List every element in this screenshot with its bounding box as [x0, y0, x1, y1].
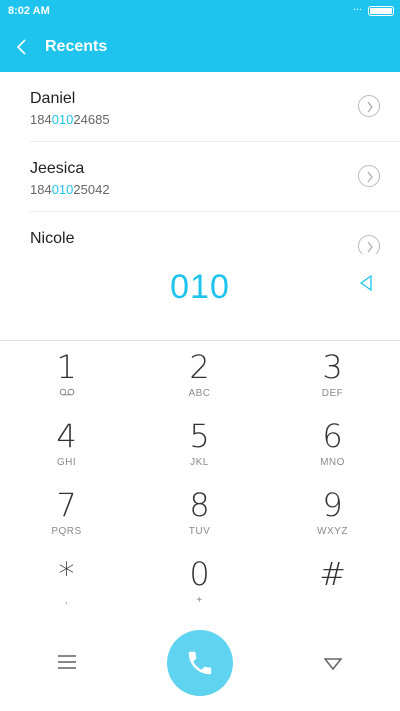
collapse-keypad-icon[interactable]	[323, 657, 343, 671]
divider	[0, 340, 400, 341]
recents-list: Daniel 18401024685 Jeesica 18401025042 N…	[0, 72, 400, 254]
battery-icon	[368, 6, 394, 16]
recent-contact-item[interactable]: Jeesica 18401025042	[30, 142, 400, 212]
backspace-icon[interactable]	[358, 274, 374, 292]
dialed-number: 010	[170, 268, 230, 306]
key-9[interactable]: 9 WXYZ	[266, 486, 399, 538]
key-3[interactable]: 3 DEF	[266, 348, 399, 400]
key-8[interactable]: 8 TUV	[133, 486, 266, 538]
chevron-right-circle-icon[interactable]	[358, 165, 380, 187]
page-title: Recents	[45, 38, 108, 55]
bottom-bar	[0, 628, 400, 700]
call-button[interactable]	[167, 630, 233, 696]
contact-number: 18401025042	[30, 182, 110, 197]
menu-icon[interactable]	[58, 654, 76, 670]
contact-name: Nicole	[30, 230, 75, 247]
key-star[interactable]: * ,	[0, 555, 133, 607]
key-1[interactable]: 1	[0, 348, 133, 400]
chevron-right-circle-icon[interactable]	[358, 95, 380, 117]
phone-icon	[188, 651, 212, 675]
back-arrow-icon[interactable]	[12, 36, 34, 58]
key-6[interactable]: 6 MNO	[266, 417, 399, 469]
key-2[interactable]: 2 ABC	[133, 348, 266, 400]
key-7[interactable]: 7 PQRS	[0, 486, 133, 538]
key-hash[interactable]: #	[266, 555, 399, 607]
contact-number: 18401024685	[30, 112, 110, 127]
app-header: 8:02 AM ... Recents	[0, 0, 400, 72]
recent-contact-item[interactable]: Nicole	[30, 212, 400, 254]
recent-contact-item[interactable]: Daniel 18401024685	[30, 72, 400, 142]
contact-name: Jeesica	[30, 160, 85, 177]
key-5[interactable]: 5 JKL	[133, 417, 266, 469]
key-0[interactable]: 0 +	[133, 555, 266, 607]
status-time: 8:02 AM	[8, 5, 50, 17]
voicemail-icon	[0, 388, 133, 400]
contact-name: Daniel	[30, 90, 76, 107]
status-signal-dots: ...	[352, 1, 362, 13]
chevron-right-circle-icon[interactable]	[358, 235, 380, 254]
key-4[interactable]: 4 GHI	[0, 417, 133, 469]
